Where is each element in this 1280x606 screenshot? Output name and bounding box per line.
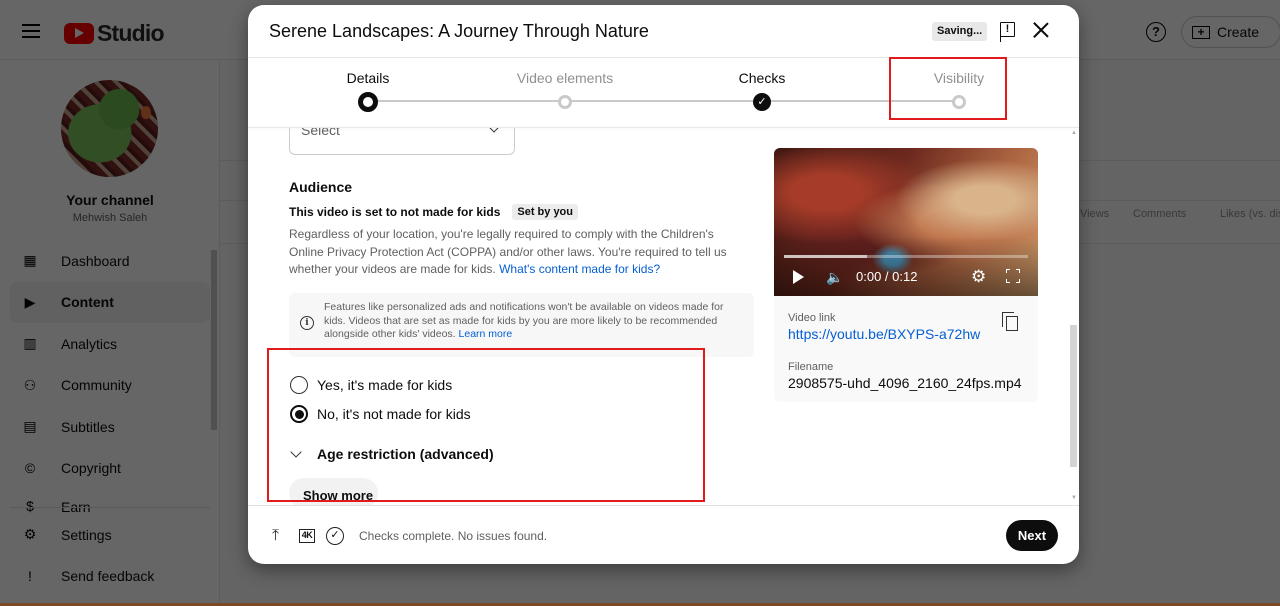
step-current-indicator-icon <box>358 92 378 112</box>
select-value: Select <box>301 128 340 138</box>
kids-info-notice: i Features like personalized ads and not… <box>289 293 754 357</box>
radio-made-for-kids-yes[interactable]: Yes, it's made for kids <box>290 376 452 394</box>
radio-made-for-kids-no[interactable]: No, it's not made for kids <box>290 405 471 423</box>
step-pending-indicator-icon <box>558 95 572 109</box>
age-restriction-label: Age restriction (advanced) <box>317 446 494 462</box>
filename-label: Filename <box>788 361 834 373</box>
step-done-check-icon: ✓ <box>753 93 771 111</box>
volume-icon[interactable]: 🔈 <box>826 269 843 285</box>
dialog-footer: ⤒ 4K ✓ Checks complete. No issues found.… <box>248 505 1079 564</box>
video-preview-card: 🔈 0:00 / 0:12 ⚙ Video link https://youtu… <box>774 148 1038 402</box>
step-label: Video elements <box>516 70 614 86</box>
fullscreen-icon[interactable] <box>1006 269 1020 283</box>
info-icon: i <box>300 316 314 330</box>
learn-more-link[interactable]: Learn more <box>459 328 513 340</box>
audience-status: This video is set to not made for kids S… <box>289 204 578 220</box>
saving-status-badge: Saving... <box>932 22 988 41</box>
radio-label: No, it's not made for kids <box>317 406 471 422</box>
upload-icon: ⤒ <box>272 527 280 544</box>
video-buffer-fill <box>784 255 867 258</box>
upload-stepper: Details Video elements Checks ✓ Visibili… <box>248 58 1079 128</box>
dialog-content: Select Audience This video is set to not… <box>248 128 1079 505</box>
close-icon[interactable] <box>1033 22 1049 38</box>
info-text: Features like personalized ads and notif… <box>324 301 724 340</box>
copy-icon[interactable] <box>1002 312 1018 331</box>
step-label: Details <box>346 70 390 86</box>
4k-quality-icon: 4K <box>299 529 315 543</box>
step-label: Visibility <box>933 70 985 86</box>
step-label: Checks <box>738 70 786 86</box>
video-link[interactable]: https://youtu.be/BXYPS-a72hw <box>788 326 980 342</box>
category-select[interactable]: Select <box>289 128 515 155</box>
dialog-scrollbar[interactable] <box>1070 325 1077 467</box>
age-restriction-toggle[interactable]: Age restriction (advanced) <box>290 446 494 462</box>
play-icon[interactable] <box>793 270 804 284</box>
chevron-down-icon <box>290 446 302 458</box>
show-more-button[interactable]: Show more <box>289 478 378 505</box>
chevron-down-icon <box>488 128 500 133</box>
audience-heading: Audience <box>289 179 353 195</box>
radio-checked-icon[interactable] <box>290 405 308 423</box>
step-pending-indicator-icon <box>952 95 966 109</box>
step-visibility[interactable]: Visibility <box>879 70 1039 109</box>
next-button[interactable]: Next <box>1006 520 1058 551</box>
set-by-you-badge: Set by you <box>512 204 578 220</box>
settings-gear-icon[interactable]: ⚙ <box>971 267 986 287</box>
footer-status: Checks complete. No issues found. <box>359 529 548 543</box>
checks-complete-icon: ✓ <box>326 527 344 545</box>
filename-value: 2908575-uhd_4096_2160_24fps.mp4 <box>788 375 1022 391</box>
video-link-label: Video link <box>788 312 836 324</box>
step-checks[interactable]: Checks ✓ <box>682 70 842 111</box>
video-player[interactable]: 🔈 0:00 / 0:12 ⚙ <box>774 148 1038 296</box>
audience-status-text: This video is set to not made for kids <box>289 205 501 219</box>
player-controls: 🔈 0:00 / 0:12 ⚙ <box>774 266 1038 288</box>
step-details[interactable]: Details <box>288 70 448 112</box>
stepper-line <box>368 100 960 102</box>
upload-details-dialog: Serene Landscapes: A Journey Through Nat… <box>248 5 1079 564</box>
radio-label: Yes, it's made for kids <box>317 377 453 393</box>
feedback-icon[interactable]: ! <box>999 22 1015 42</box>
video-time: 0:00 / 0:12 <box>856 269 918 284</box>
content-made-for-kids-link[interactable]: What's content made for kids? <box>499 262 660 276</box>
scroll-up-arrow-icon[interactable]: ▲ <box>1071 130 1077 136</box>
scroll-down-arrow-icon[interactable]: ▼ <box>1071 495 1077 501</box>
step-video-elements[interactable]: Video elements <box>485 70 645 109</box>
radio-unchecked-icon[interactable] <box>290 376 308 394</box>
dialog-title: Serene Landscapes: A Journey Through Nat… <box>269 21 649 41</box>
audience-description: Regardless of your location, you're lega… <box>289 226 749 279</box>
video-progress-bar[interactable] <box>784 255 1028 258</box>
